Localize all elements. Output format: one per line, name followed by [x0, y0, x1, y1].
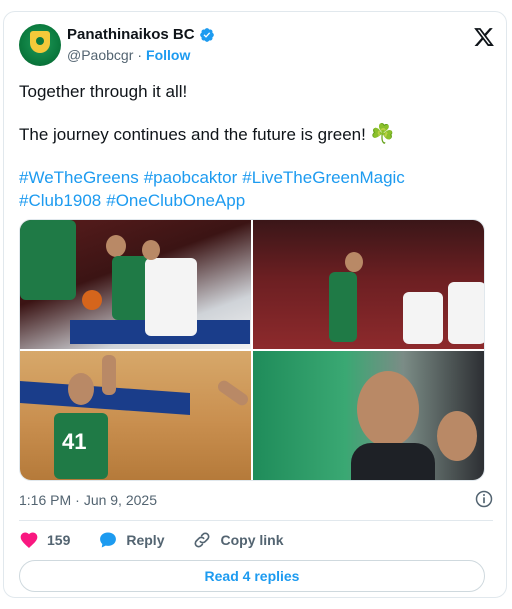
opponent-jersey — [145, 258, 197, 336]
separator-dot: · — [137, 47, 143, 63]
reply-button[interactable]: Reply — [98, 530, 164, 550]
author-handle[interactable]: @Paobcgr — [67, 47, 133, 63]
player-jersey — [329, 272, 357, 342]
link-icon — [195, 532, 210, 548]
like-count: 159 — [47, 532, 71, 548]
tweet-header: Panathinaikos BC @Paobcgr · Follow — [19, 24, 495, 72]
copy-link-label: Copy link — [220, 532, 284, 548]
hashtag-link[interactable]: #LiveTheGreenMagic — [242, 168, 405, 187]
opponent-jersey — [448, 282, 484, 344]
read-replies-button[interactable]: Read 4 replies — [19, 560, 485, 592]
photo-layup[interactable] — [253, 220, 484, 349]
player-head — [68, 373, 94, 405]
hashtags-row-1: #WeTheGreens #paobcaktor #LiveTheGreenMagi… — [19, 166, 493, 189]
author-name-row: Panathinaikos BC — [67, 26, 215, 43]
hashtag-link[interactable]: #paobcaktor — [144, 168, 238, 187]
hashtags-row-2: #Club1908 #OneClubOneApp — [19, 189, 493, 212]
verified-badge-icon — [199, 27, 214, 42]
basketball-icon — [82, 290, 102, 310]
action-bar: 159 Reply Copy link — [19, 525, 493, 555]
bystander-head — [437, 411, 477, 461]
separator-dot: · — [75, 492, 80, 508]
tweet-line-2: The journey continues and the future is … — [19, 123, 493, 146]
opponent-jersey — [403, 292, 443, 344]
defender-arm — [215, 378, 251, 408]
like-button[interactable]: 159 — [19, 530, 70, 550]
tweet-line-2-text: The journey continues and the future is … — [19, 125, 366, 144]
author-avatar[interactable] — [19, 24, 61, 66]
clover-crest-icon — [30, 31, 50, 53]
x-logo-icon[interactable] — [473, 26, 495, 48]
player-arm — [102, 355, 116, 395]
coach-shirt — [351, 443, 435, 480]
info-icon[interactable] — [474, 489, 494, 509]
author-handle-row: @Paobcgr · Follow — [67, 47, 190, 63]
tweet-line-1: Together through it all! — [19, 82, 188, 101]
tweet-time: 1:16 PM — [19, 492, 72, 508]
player-foreground — [20, 220, 76, 300]
shamrock-icon: ☘️ — [370, 124, 395, 145]
coach-head — [357, 371, 419, 447]
hashtag-link[interactable]: #OneClubOneApp — [106, 191, 245, 210]
follow-button[interactable]: Follow — [146, 47, 190, 63]
tweet-card: Panathinaikos BC @Paobcgr · Follow Toget… — [3, 11, 507, 598]
divider — [19, 520, 493, 521]
hashtag-link[interactable]: #WeTheGreens — [19, 168, 139, 187]
reply-bubble-icon — [100, 532, 117, 548]
photo-shot[interactable]: 41 — [20, 351, 251, 480]
copy-link-button[interactable]: Copy link — [192, 530, 284, 550]
tweet-timestamp[interactable]: 1:16 PM · Jun 9, 2025 — [19, 492, 157, 508]
player-head — [345, 252, 363, 272]
player-head — [106, 235, 126, 257]
tweet-text: Together through it all! The journey con… — [19, 80, 493, 212]
opponent-head — [142, 240, 160, 260]
jersey-number: 41 — [62, 429, 87, 454]
media-grid: 41 — [19, 219, 485, 481]
photo-coach[interactable] — [253, 351, 484, 480]
reply-label: Reply — [126, 532, 165, 548]
tweet-date: Jun 9, 2025 — [83, 492, 157, 508]
photo-dribble[interactable] — [20, 220, 251, 349]
hashtag-link[interactable]: #Club1908 — [19, 191, 101, 210]
heart-icon — [20, 532, 38, 548]
author-display-name[interactable]: Panathinaikos BC — [67, 26, 195, 43]
